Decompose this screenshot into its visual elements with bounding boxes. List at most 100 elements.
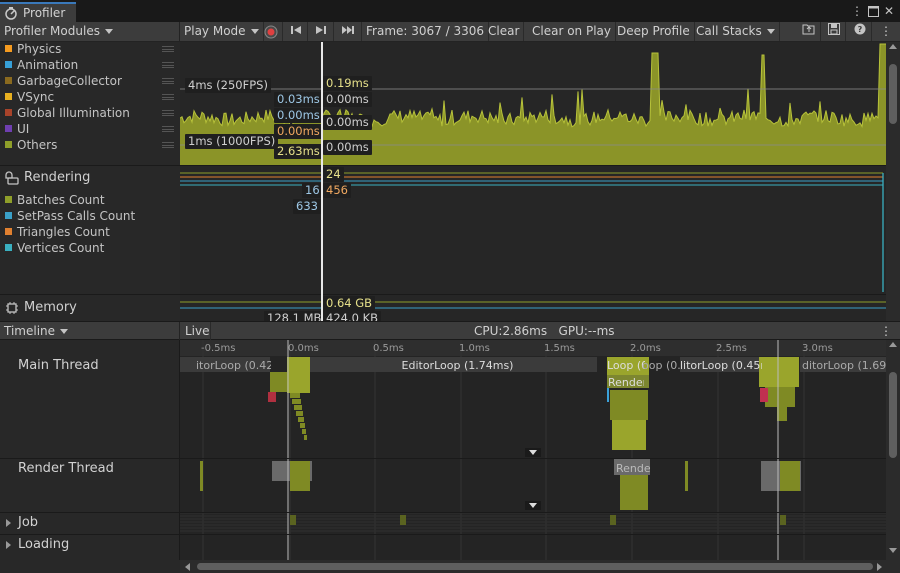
modules-dropdown-label: Profiler Modules <box>4 24 100 38</box>
memory-chart[interactable]: 128.1 MB 424.0 KB <box>180 295 886 321</box>
record-button[interactable] <box>259 22 283 41</box>
prev-frame-button[interactable] <box>284 22 308 41</box>
scroll-right-icon[interactable] <box>877 563 882 571</box>
sample-block <box>270 372 287 392</box>
selected-frame-line[interactable] <box>321 42 323 321</box>
memory-title-label: Memory <box>24 300 77 315</box>
drag-handle-icon[interactable] <box>162 78 174 84</box>
cpu-legend-item[interactable]: UI <box>0 121 180 137</box>
render-thread-marker[interactable]: Render <box>616 462 650 475</box>
job-group[interactable]: Job <box>0 515 180 530</box>
cpu-legend-item-label: UI <box>17 122 30 136</box>
close-icon[interactable]: ✕ <box>882 3 896 19</box>
rendering-legend-item[interactable]: Batches Count <box>0 192 180 208</box>
save-button[interactable] <box>822 22 846 41</box>
render-sample <box>200 461 203 491</box>
help-button[interactable]: ? <box>848 22 872 41</box>
timeline-view-dropdown[interactable]: Timeline <box>0 322 180 341</box>
call-stacks-dropdown[interactable]: Call Stacks <box>692 22 780 41</box>
render-sample <box>685 461 688 491</box>
rendering-module-title[interactable]: Rendering <box>0 168 180 188</box>
timeline-hscroll-thumb[interactable] <box>197 563 873 570</box>
rendering-legend-item[interactable]: Triangles Count <box>0 224 180 240</box>
profiler-modules-dropdown[interactable]: Profiler Modules <box>0 22 180 41</box>
last-frame-button[interactable] <box>335 22 362 41</box>
main-thread-label[interactable]: Main Thread <box>0 358 180 373</box>
cpu-legend-item-label: Global Illumination <box>17 106 130 120</box>
deep-profile-button[interactable]: Deep Profile <box>613 22 695 41</box>
cpu-250fps-label: 4ms (250FPS) <box>185 78 271 93</box>
cpu-legend-item-label: Animation <box>17 58 79 72</box>
timeline-vertical-scrollbar[interactable] <box>886 340 900 560</box>
editorloop-marker-2[interactable]: Loop (0. <box>607 359 645 372</box>
thread-list-footer <box>0 560 180 573</box>
play-mode-dropdown[interactable]: Play Mode <box>180 22 264 41</box>
rendering-legend-item[interactable]: Vertices Count <box>0 240 180 256</box>
next-frame-button[interactable] <box>309 22 334 41</box>
drag-handle-icon[interactable] <box>162 94 174 100</box>
drag-handle-icon[interactable] <box>162 46 174 52</box>
scroll-left-icon[interactable] <box>185 563 190 571</box>
thread-separator <box>0 512 886 513</box>
time-ruler-tick: 1.5ms <box>544 343 575 354</box>
render-thread-block <box>290 461 310 491</box>
cpu-legend-item[interactable]: Global Illumination <box>0 105 180 121</box>
cpu-value-right-3: 0.00ms <box>323 140 372 155</box>
load-button[interactable] <box>797 22 821 41</box>
editorloop-marker-3[interactable]: oop (0. <box>642 359 680 372</box>
expand-arrow-icon[interactable] <box>6 541 11 549</box>
cpu-legend-item[interactable]: VSync <box>0 89 180 105</box>
drag-handle-icon[interactable] <box>162 110 174 116</box>
live-button[interactable]: Live <box>181 322 211 341</box>
clear-on-play-button[interactable]: Clear on Play <box>528 22 616 41</box>
editorloop-marker-1[interactable]: EditorLoop (1.74ms) <box>380 359 535 372</box>
kebab-icon[interactable]: ⋮ <box>850 3 864 19</box>
rendering-legend-item-label: SetPass Calls Count <box>17 209 136 223</box>
timeline-horizontal-scrollbar[interactable] <box>180 560 900 573</box>
rendering-chart[interactable] <box>180 166 886 294</box>
scroll-up-icon[interactable] <box>889 342 897 347</box>
loading-group-label: Loading <box>18 537 70 552</box>
loading-group[interactable]: Loading <box>0 537 180 552</box>
timeline-vscroll-thumb[interactable] <box>889 372 897 458</box>
memory-chip-icon <box>6 302 18 314</box>
expand-arrow-icon[interactable] <box>6 519 11 527</box>
render-subblock <box>612 420 646 450</box>
editorloop-marker-4[interactable]: litorLoop (0.45m <box>680 359 762 372</box>
rendering-icon <box>5 171 19 185</box>
render-marker[interactable]: Render <box>608 376 644 389</box>
editorloop-marker-5[interactable]: ditorLoop (1.69m <box>802 359 886 372</box>
memory-module-title[interactable]: Memory <box>0 298 180 318</box>
modules-scroll-thumb[interactable] <box>889 64 897 124</box>
gc-sample <box>268 392 276 402</box>
cpu-legend-item-label: Others <box>17 138 58 152</box>
toolbar-kebab-icon[interactable]: ⋮ <box>876 22 896 41</box>
editorloop-marker-0[interactable]: itorLoop (0.42m <box>196 359 271 372</box>
drag-handle-icon[interactable] <box>162 142 174 148</box>
render-thread-collapse-button[interactable] <box>525 501 541 510</box>
rendering-legend-item[interactable]: SetPass Calls Count <box>0 208 180 224</box>
drag-handle-icon[interactable] <box>162 62 174 68</box>
cpu-legend-item[interactable]: Others <box>0 137 180 153</box>
cpu-legend-item[interactable]: GarbageCollector <box>0 73 180 89</box>
modules-scrollbar[interactable] <box>886 42 900 321</box>
profiler-tab[interactable]: Profiler <box>0 2 76 22</box>
chevron-down-icon <box>529 503 537 508</box>
job-sample <box>780 515 786 525</box>
timeline-kebab-icon[interactable]: ⋮ <box>876 322 896 341</box>
sample-block <box>296 411 303 416</box>
drag-handle-icon[interactable] <box>162 126 174 132</box>
render-thread-block <box>780 461 800 491</box>
cpu-legend-item[interactable]: Physics <box>0 41 180 57</box>
main-thread-collapse-button[interactable] <box>525 448 541 457</box>
render-thread-label[interactable]: Render Thread <box>0 461 180 476</box>
cpu-legend-item[interactable]: Animation <box>0 57 180 73</box>
clear-button[interactable]: Clear <box>484 22 525 41</box>
cpu-legend-item-label: GarbageCollector <box>17 74 122 88</box>
scroll-down-icon[interactable] <box>889 548 897 553</box>
series-color-swatch <box>5 141 12 148</box>
cpu-value-right-0: 0.19ms <box>323 76 372 91</box>
maximize-icon[interactable] <box>866 3 880 19</box>
profiler-toolbar: Profiler Modules Play Mode Frame: 3067 /… <box>0 22 900 42</box>
memory-value-gb: 0.64 GB <box>323 296 376 311</box>
